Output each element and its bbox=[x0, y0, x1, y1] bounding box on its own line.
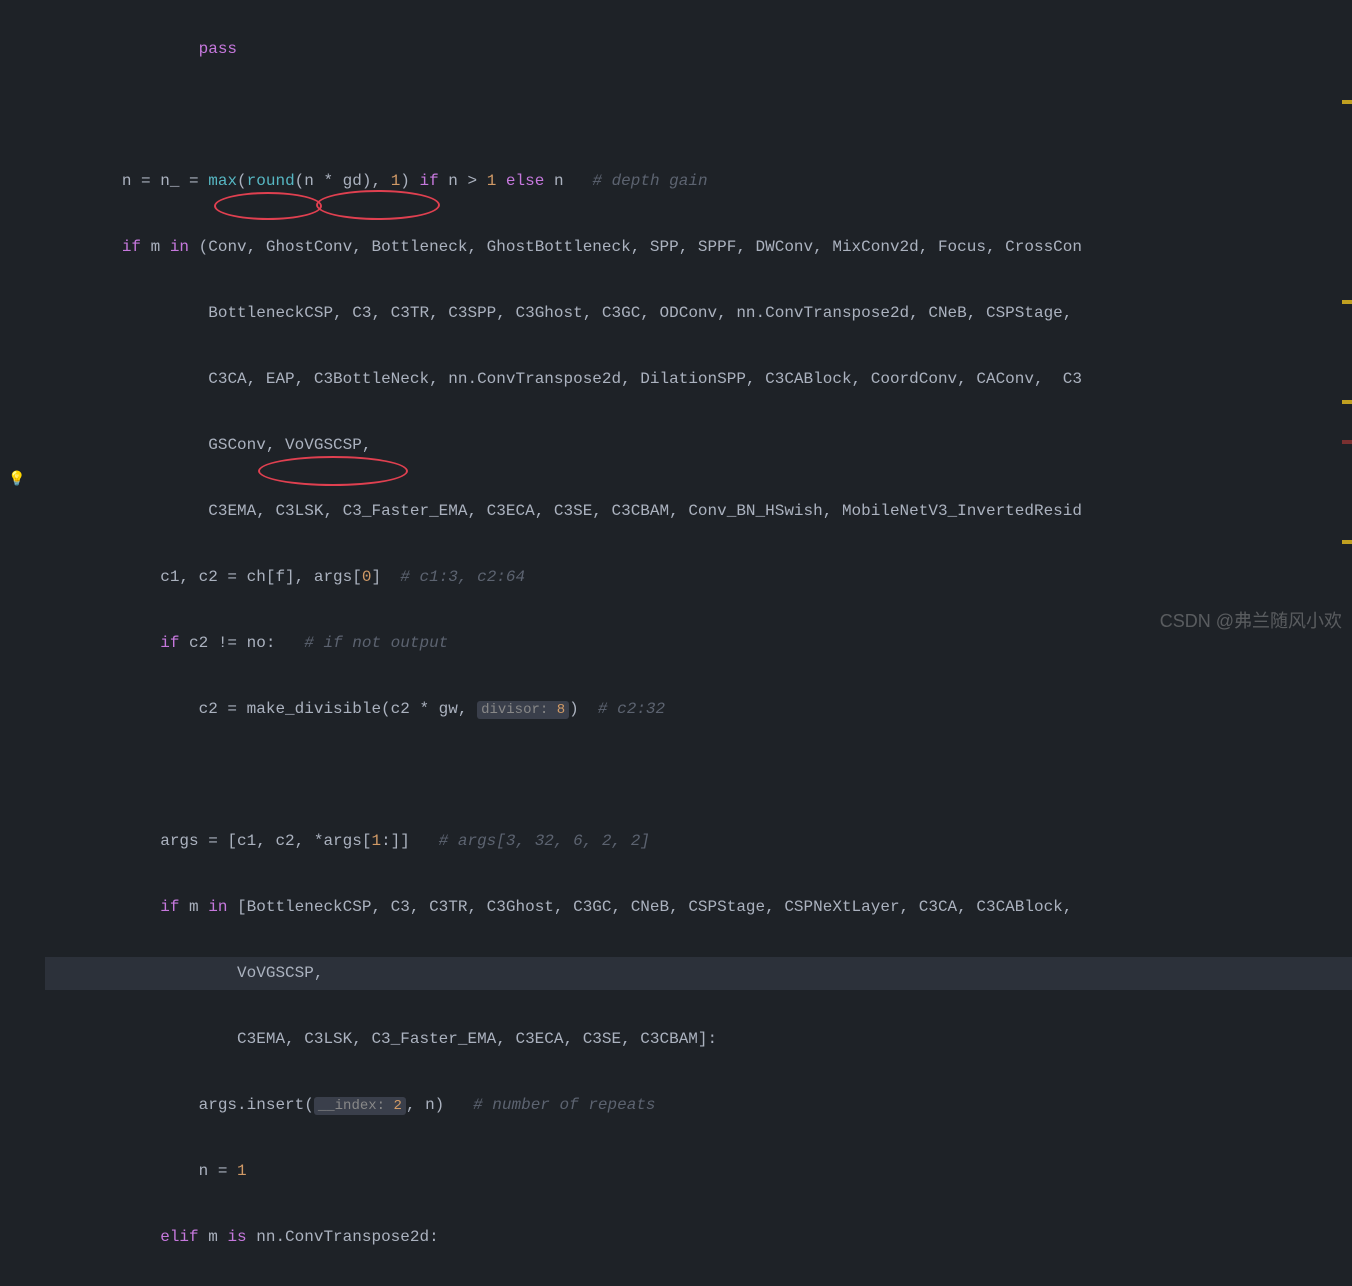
minimap-warning-icon[interactable] bbox=[1342, 540, 1352, 544]
code-line: pass bbox=[45, 33, 1352, 66]
code-line: args.insert(__index: 2, n) # number of r… bbox=[45, 1089, 1352, 1122]
watermark: CSDN @弗兰随风小欢 bbox=[1160, 605, 1342, 638]
code-line: GSConv, VoVGSCSP, bbox=[45, 429, 1352, 462]
code-line: elif m is nn.ConvTranspose2d: bbox=[45, 1221, 1352, 1254]
code-line: C3EMA, C3LSK, C3_Faster_EMA, C3ECA, C3SE… bbox=[45, 495, 1352, 528]
code-line: c1, c2 = ch[f], args[0] # c1:3, c2:64 bbox=[45, 561, 1352, 594]
code-line bbox=[45, 99, 1352, 132]
code-line: if m in [BottleneckCSP, C3, C3TR, C3Ghos… bbox=[45, 891, 1352, 924]
minimap-error-icon[interactable] bbox=[1342, 440, 1352, 444]
code-line bbox=[45, 759, 1352, 792]
code-line: if c2 != no: # if not output bbox=[45, 627, 1352, 660]
code-line: BottleneckCSP, C3, C3TR, C3SPP, C3Ghost,… bbox=[45, 297, 1352, 330]
code-line-current: VoVGSCSP, bbox=[45, 957, 1352, 990]
inline-hint: __index: 2 bbox=[314, 1097, 406, 1115]
keyword: pass bbox=[199, 40, 237, 58]
minimap-marks bbox=[1340, 0, 1352, 643]
lightbulb-icon[interactable]: 💡 bbox=[8, 464, 25, 497]
minimap-warning-icon[interactable] bbox=[1342, 300, 1352, 304]
inline-hint: divisor: 8 bbox=[477, 701, 569, 719]
code-line: C3CA, EAP, C3BottleNeck, nn.ConvTranspos… bbox=[45, 363, 1352, 396]
code-line: C3EMA, C3LSK, C3_Faster_EMA, C3ECA, C3SE… bbox=[45, 1023, 1352, 1056]
minimap-warning-icon[interactable] bbox=[1342, 100, 1352, 104]
code-line: if m in (Conv, GhostConv, Bottleneck, Gh… bbox=[45, 231, 1352, 264]
code-editor[interactable]: pass n = n_ = max(round(n * gd), 1) if n… bbox=[0, 0, 1352, 1286]
code-line: n = 1 bbox=[45, 1155, 1352, 1188]
code-line: args = [c1, c2, *args[1:]] # args[3, 32,… bbox=[45, 825, 1352, 858]
code-line: n = n_ = max(round(n * gd), 1) if n > 1 … bbox=[45, 165, 1352, 198]
minimap-warning-icon[interactable] bbox=[1342, 400, 1352, 404]
code-line: c2 = make_divisible(c2 * gw, divisor: 8)… bbox=[45, 693, 1352, 726]
